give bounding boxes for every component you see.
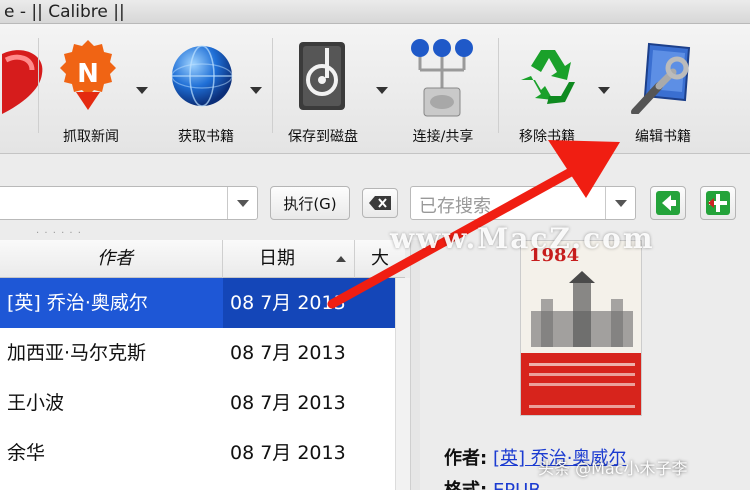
- author-cell: [英] 乔治·奥威尔: [7, 292, 148, 314]
- format-meta-label: 格式:: [444, 480, 487, 490]
- author-cell: 王小波: [7, 392, 65, 414]
- author-cell: 加西亚·马尔克斯: [7, 342, 147, 364]
- svg-text:N: N: [77, 59, 99, 89]
- fetch-news-button[interactable]: N 抓取新闻: [46, 24, 156, 154]
- column-header-date-label: 日期: [259, 248, 295, 269]
- search-bar: 执行(G) 已存搜索 · · · · · ·: [0, 155, 750, 239]
- panel-splitter[interactable]: [410, 240, 420, 490]
- search-input[interactable]: [0, 186, 258, 220]
- format-link[interactable]: EPUB: [493, 480, 541, 490]
- table-row[interactable]: [英] 乔治·奥威尔 08 7月 2013: [0, 278, 395, 328]
- toolbar-separator: [272, 38, 273, 133]
- date-cell: 08 7月 2013: [230, 442, 346, 464]
- load-saved-search-button[interactable]: [650, 186, 686, 220]
- get-books-button[interactable]: 获取书籍: [158, 24, 268, 154]
- table-row[interactable]: 加西亚·马尔克斯 08 7月 2013: [0, 328, 395, 378]
- book-cover[interactable]: 1984: [520, 240, 642, 416]
- heart-icon: [2, 50, 43, 114]
- column-header-date[interactable]: 日期: [223, 240, 355, 278]
- clear-search-button[interactable]: [362, 188, 398, 218]
- edit-books-button[interactable]: 编辑书籍: [618, 24, 708, 154]
- toolbar-separator: [498, 38, 499, 133]
- hard-disk-icon: [299, 42, 345, 110]
- save-to-disk-button[interactable]: 保存到磁盘: [276, 24, 394, 154]
- main-toolbar: N 抓取新闻 获取书籍 保存到磁盘 连接/共享 移除书籍 编辑书籍: [0, 24, 750, 154]
- watermark-text: www.MacZ.com: [390, 222, 655, 255]
- book-details-panel: 1984 作者: [英] 乔治·奥威尔 格式: EPUB: [420, 240, 750, 490]
- edit-books-label: 编辑书籍: [635, 129, 691, 145]
- cover-building-illustration: [531, 271, 633, 347]
- search-history-button[interactable]: [227, 187, 257, 219]
- format-meta: 格式: EPUB: [444, 476, 541, 490]
- author-meta-label: 作者:: [444, 448, 488, 469]
- date-cell: 08 7月 2013: [230, 292, 346, 314]
- window-title: e - || Calibre ||: [0, 0, 750, 24]
- saved-search-dropdown-button[interactable]: [605, 187, 635, 219]
- book-list-table: 作者 日期 大 [英] 乔治·奥威尔 08 7月 2013 加西亚·马尔克斯 0…: [0, 240, 410, 490]
- date-cell: 08 7月 2013: [230, 392, 346, 414]
- credit-text: 头条 @Mac小木子李: [538, 459, 688, 478]
- arrow-left-green-icon: [656, 191, 680, 215]
- table-row[interactable]: 余华 08 7月 2013: [0, 428, 395, 478]
- table-header: 作者 日期 大: [0, 240, 405, 278]
- fetch-news-label: 抓取新闻: [63, 129, 119, 145]
- network-icon: [411, 39, 473, 117]
- connect-share-label: 连接/共享: [412, 129, 474, 145]
- date-cell: 08 7月 2013: [230, 342, 346, 364]
- clear-backspace-icon: [369, 196, 391, 210]
- author-cell: 余华: [7, 442, 46, 464]
- news-n-icon: N: [60, 40, 116, 110]
- table-row[interactable]: 王小波 08 7月 2013: [0, 378, 395, 428]
- save-search-button[interactable]: [700, 186, 736, 220]
- remove-books-button[interactable]: 移除书籍: [502, 24, 618, 154]
- globe-icon: [171, 45, 233, 107]
- fetch-news-dropdown-icon[interactable]: [136, 87, 148, 94]
- sort-ascending-icon: [336, 256, 346, 262]
- table-scrollbar[interactable]: [395, 278, 410, 490]
- recycle-icon: [521, 50, 575, 104]
- edit-wrench-icon: [631, 42, 691, 114]
- save-search-green-icon: [706, 191, 730, 215]
- save-to-disk-dropdown-icon[interactable]: [376, 87, 388, 94]
- saved-search-combo[interactable]: 已存搜索: [410, 186, 636, 220]
- toolbar-separator: [38, 38, 39, 133]
- connect-share-button[interactable]: 连接/共享: [398, 24, 488, 154]
- get-books-label: 获取书籍: [178, 129, 234, 145]
- get-books-dropdown-icon[interactable]: [250, 87, 262, 94]
- chevron-down-icon: [236, 199, 249, 207]
- execute-search-button[interactable]: 执行(G): [270, 186, 350, 220]
- remove-books-label: 移除书籍: [519, 129, 575, 145]
- chevron-down-icon: [614, 199, 627, 207]
- splitter-grip[interactable]: · · · · · ·: [36, 228, 82, 239]
- saved-search-placeholder: 已存搜索: [419, 196, 491, 217]
- column-header-author[interactable]: 作者: [0, 240, 223, 278]
- save-to-disk-label: 保存到磁盘: [288, 129, 358, 145]
- remove-books-dropdown-icon[interactable]: [598, 87, 610, 94]
- add-books-button[interactable]: [0, 24, 43, 154]
